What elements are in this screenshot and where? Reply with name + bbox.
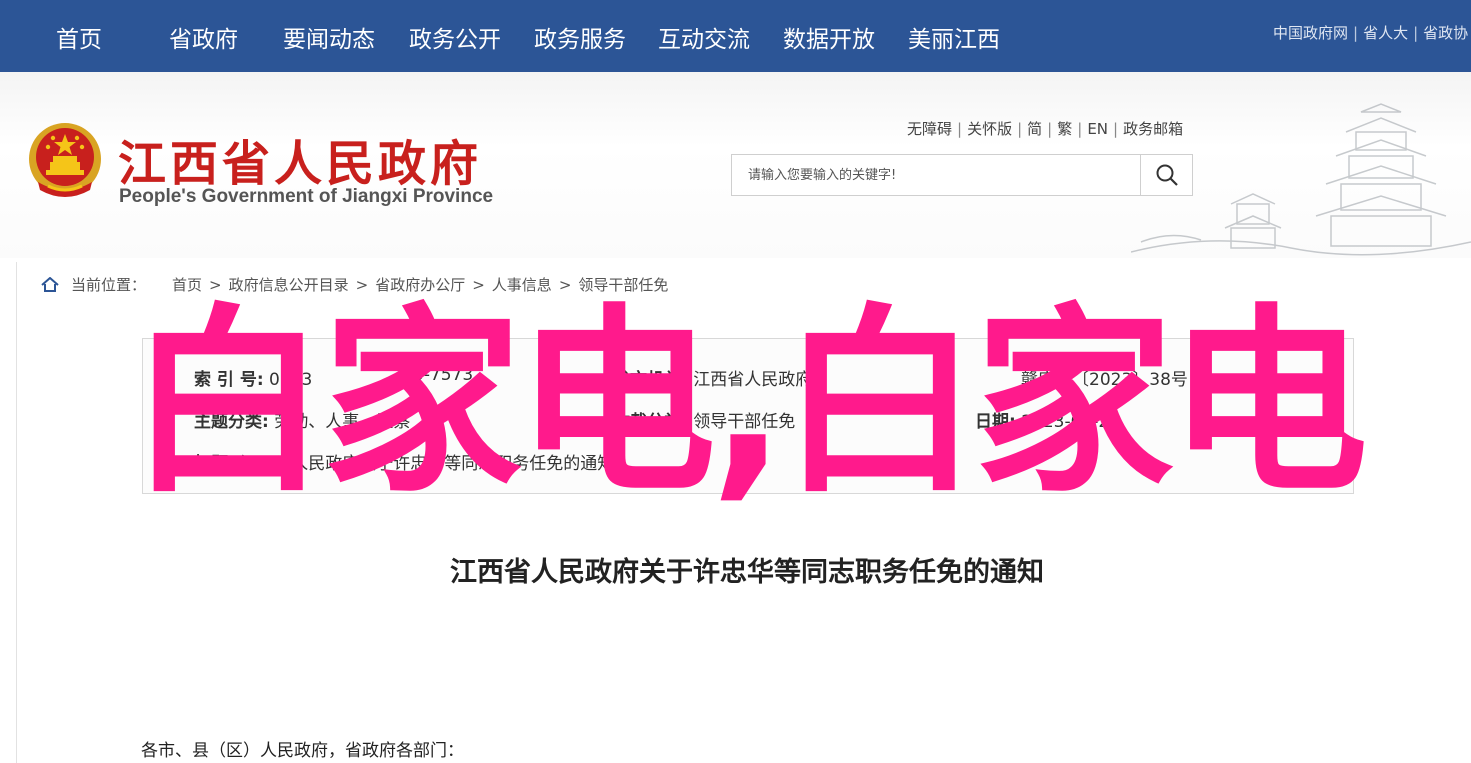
breadcrumb-general-office[interactable]: 省政府办公厅 <box>375 274 465 295</box>
article-salutation: 各市、县（区）人民政府，省政府各部门： <box>141 741 464 761</box>
meta-issuer: 发文机关: 江西省人民政府 <box>613 365 812 390</box>
divider: | <box>1113 120 1119 138</box>
meta-value: 领导干部任免 <box>693 412 796 432</box>
breadcrumb-info-disclosure[interactable]: 政府信息公开目录 <box>229 274 349 295</box>
english-link[interactable]: EN <box>1087 120 1108 138</box>
meta-document-number: 赣府字〔2023〕38号 <box>1021 365 1188 390</box>
breadcrumb-separator: > <box>209 275 222 294</box>
meta-value: 3-7573 <box>413 365 474 385</box>
meta-system-category: 体裁分类: 领导干部任免 <box>613 407 795 432</box>
meta-value: 0143 <box>269 370 313 390</box>
meta-key: 日期: <box>975 412 1016 432</box>
link-provincial-npc[interactable]: 省人大 <box>1363 24 1408 42</box>
meta-key: 标题: <box>194 454 235 474</box>
national-emblem-icon <box>29 123 101 197</box>
article-title: 江西省人民政府关于许忠华等同志职务任免的通知 <box>450 557 1044 588</box>
divider: | <box>1017 120 1023 138</box>
breadcrumb-separator: > <box>355 275 369 294</box>
nav-provincial-government[interactable]: 省政府 <box>169 20 238 54</box>
meta-title: 标题: 江西省人民政府关于许忠华等同志职务任免的通知 <box>194 449 614 474</box>
divider: | <box>1047 120 1053 138</box>
meta-value: 劳动、人事、监察 <box>274 412 411 432</box>
nav-interaction[interactable]: 互动交流 <box>658 20 750 54</box>
divider: | <box>1413 24 1419 42</box>
link-provincial-cppcc[interactable]: 省政协 <box>1423 24 1468 42</box>
meta-value: 江西省人民政府关于许忠华等同志职务任免的通知 <box>240 454 615 474</box>
divider: | <box>1077 120 1083 138</box>
meta-value: 2023-04-28 <box>1021 412 1121 432</box>
breadcrumb-label: 当前位置： <box>71 276 147 294</box>
accessibility-link[interactable]: 无障碍 <box>907 120 952 138</box>
nav-home[interactable]: 首页 <box>56 20 102 54</box>
meta-index-number: 索 引 号: 0143 <box>194 365 312 390</box>
nav-open-data[interactable]: 数据开放 <box>783 20 875 54</box>
breadcrumb-appointments[interactable]: 领导干部任免 <box>578 274 668 295</box>
simplified-chinese-link[interactable]: 简 <box>1027 120 1042 138</box>
care-version-link[interactable]: 关怀版 <box>967 120 1012 138</box>
meta-value: 江西省人民政府 <box>693 370 813 390</box>
meta-value: 赣府字〔2023〕38号 <box>1021 370 1188 390</box>
site-title: 江西省人民政府 <box>118 136 483 192</box>
nav-news[interactable]: 要闻动态 <box>283 20 375 54</box>
breadcrumb-personnel-info[interactable]: 人事信息 <box>492 274 552 295</box>
breadcrumb-separator: > <box>472 275 485 294</box>
link-china-gov[interactable]: 中国政府网 <box>1273 24 1348 42</box>
document-metadata-box: 索 引 号: 0143 3-7573 发文机关: 江西省人民政府 赣府字〔202… <box>142 338 1354 494</box>
nav-government-services[interactable]: 政务服务 <box>534 20 626 54</box>
divider: | <box>957 120 963 138</box>
top-nav: 首页 省政府 要闻动态 政务公开 政务服务 互动交流 数据开放 美丽江西 中国政… <box>0 0 1471 72</box>
meta-key: 索 引 号: <box>194 370 264 390</box>
meta-key: 体裁分类: <box>613 412 688 432</box>
meta-key: 主题分类: <box>194 412 269 432</box>
divider: | <box>1353 24 1359 42</box>
tengwang-pavilion-illustration <box>1131 103 1471 256</box>
home-icon <box>41 276 59 292</box>
site-subtitle: People's Government of Jiangxi Province <box>119 186 494 207</box>
breadcrumb: 当前位置： 首页 > 政府信息公开目录 > 省政府办公厅 > 人事信息 > 领导… <box>41 274 668 295</box>
breadcrumb-separator: > <box>558 275 572 294</box>
quick-links: 中国政府网 | 省人大 | 省政协 <box>1273 22 1471 43</box>
nav-beautiful-jiangxi[interactable]: 美丽江西 <box>908 20 1000 54</box>
meta-topic: 主题分类: 劳动、人事、监察 <box>194 407 410 432</box>
search-input[interactable] <box>732 155 1142 195</box>
site-header: 江西省人民政府 People's Government of Jiangxi P… <box>0 72 1471 258</box>
meta-key: 发文机关: <box>613 370 688 390</box>
breadcrumb-home[interactable]: 首页 <box>172 274 202 295</box>
meta-date: 日期: 2023-04-28 <box>975 407 1120 432</box>
content-area: 当前位置： 首页 > 政府信息公开目录 > 省政府办公厅 > 人事信息 > 领导… <box>16 262 1471 763</box>
meta-index-number-tail: 3-7573 <box>413 365 473 385</box>
search-box <box>731 154 1193 196</box>
nav-government-affairs-disclosure[interactable]: 政务公开 <box>409 20 501 54</box>
traditional-chinese-link[interactable]: 繁 <box>1057 120 1072 138</box>
